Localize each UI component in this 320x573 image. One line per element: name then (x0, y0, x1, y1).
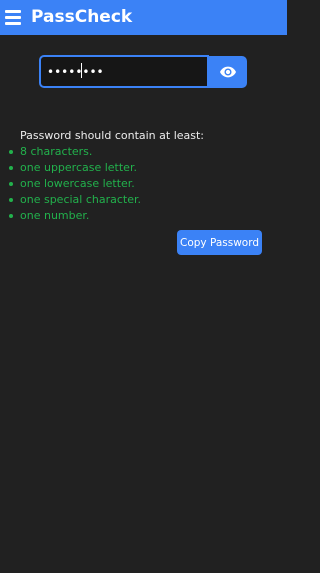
requirement-label: one lowercase letter. (20, 177, 135, 190)
bullet-icon (9, 198, 13, 202)
copy-password-button[interactable]: Copy Password (177, 230, 262, 255)
toggle-visibility-button[interactable] (208, 56, 247, 88)
eye-icon (219, 66, 236, 78)
requirement-label: one special character. (20, 193, 142, 206)
requirement-item: one lowercase letter. (0, 177, 141, 193)
requirement-item: one number. (0, 209, 141, 225)
requirement-item: one special character. (0, 193, 141, 209)
bullet-icon (9, 150, 13, 154)
requirement-item: one uppercase letter. (0, 161, 141, 177)
requirement-label: 8 characters. (20, 145, 93, 158)
requirement-item: 8 characters. (0, 145, 141, 161)
requirements-list: 8 characters. one uppercase letter. one … (0, 145, 141, 225)
requirement-label: one uppercase letter. (20, 161, 137, 174)
app-title: PassCheck (31, 7, 133, 27)
requirement-label: one number. (20, 209, 90, 222)
password-input[interactable] (39, 55, 209, 88)
text-caret (81, 63, 82, 78)
bullet-icon (9, 166, 13, 170)
bullet-icon (9, 214, 13, 218)
hamburger-menu-icon[interactable] (5, 10, 21, 25)
app-bar: PassCheck (0, 0, 287, 35)
bullet-icon (9, 182, 13, 186)
requirements-heading: Password should contain at least: (20, 129, 205, 142)
